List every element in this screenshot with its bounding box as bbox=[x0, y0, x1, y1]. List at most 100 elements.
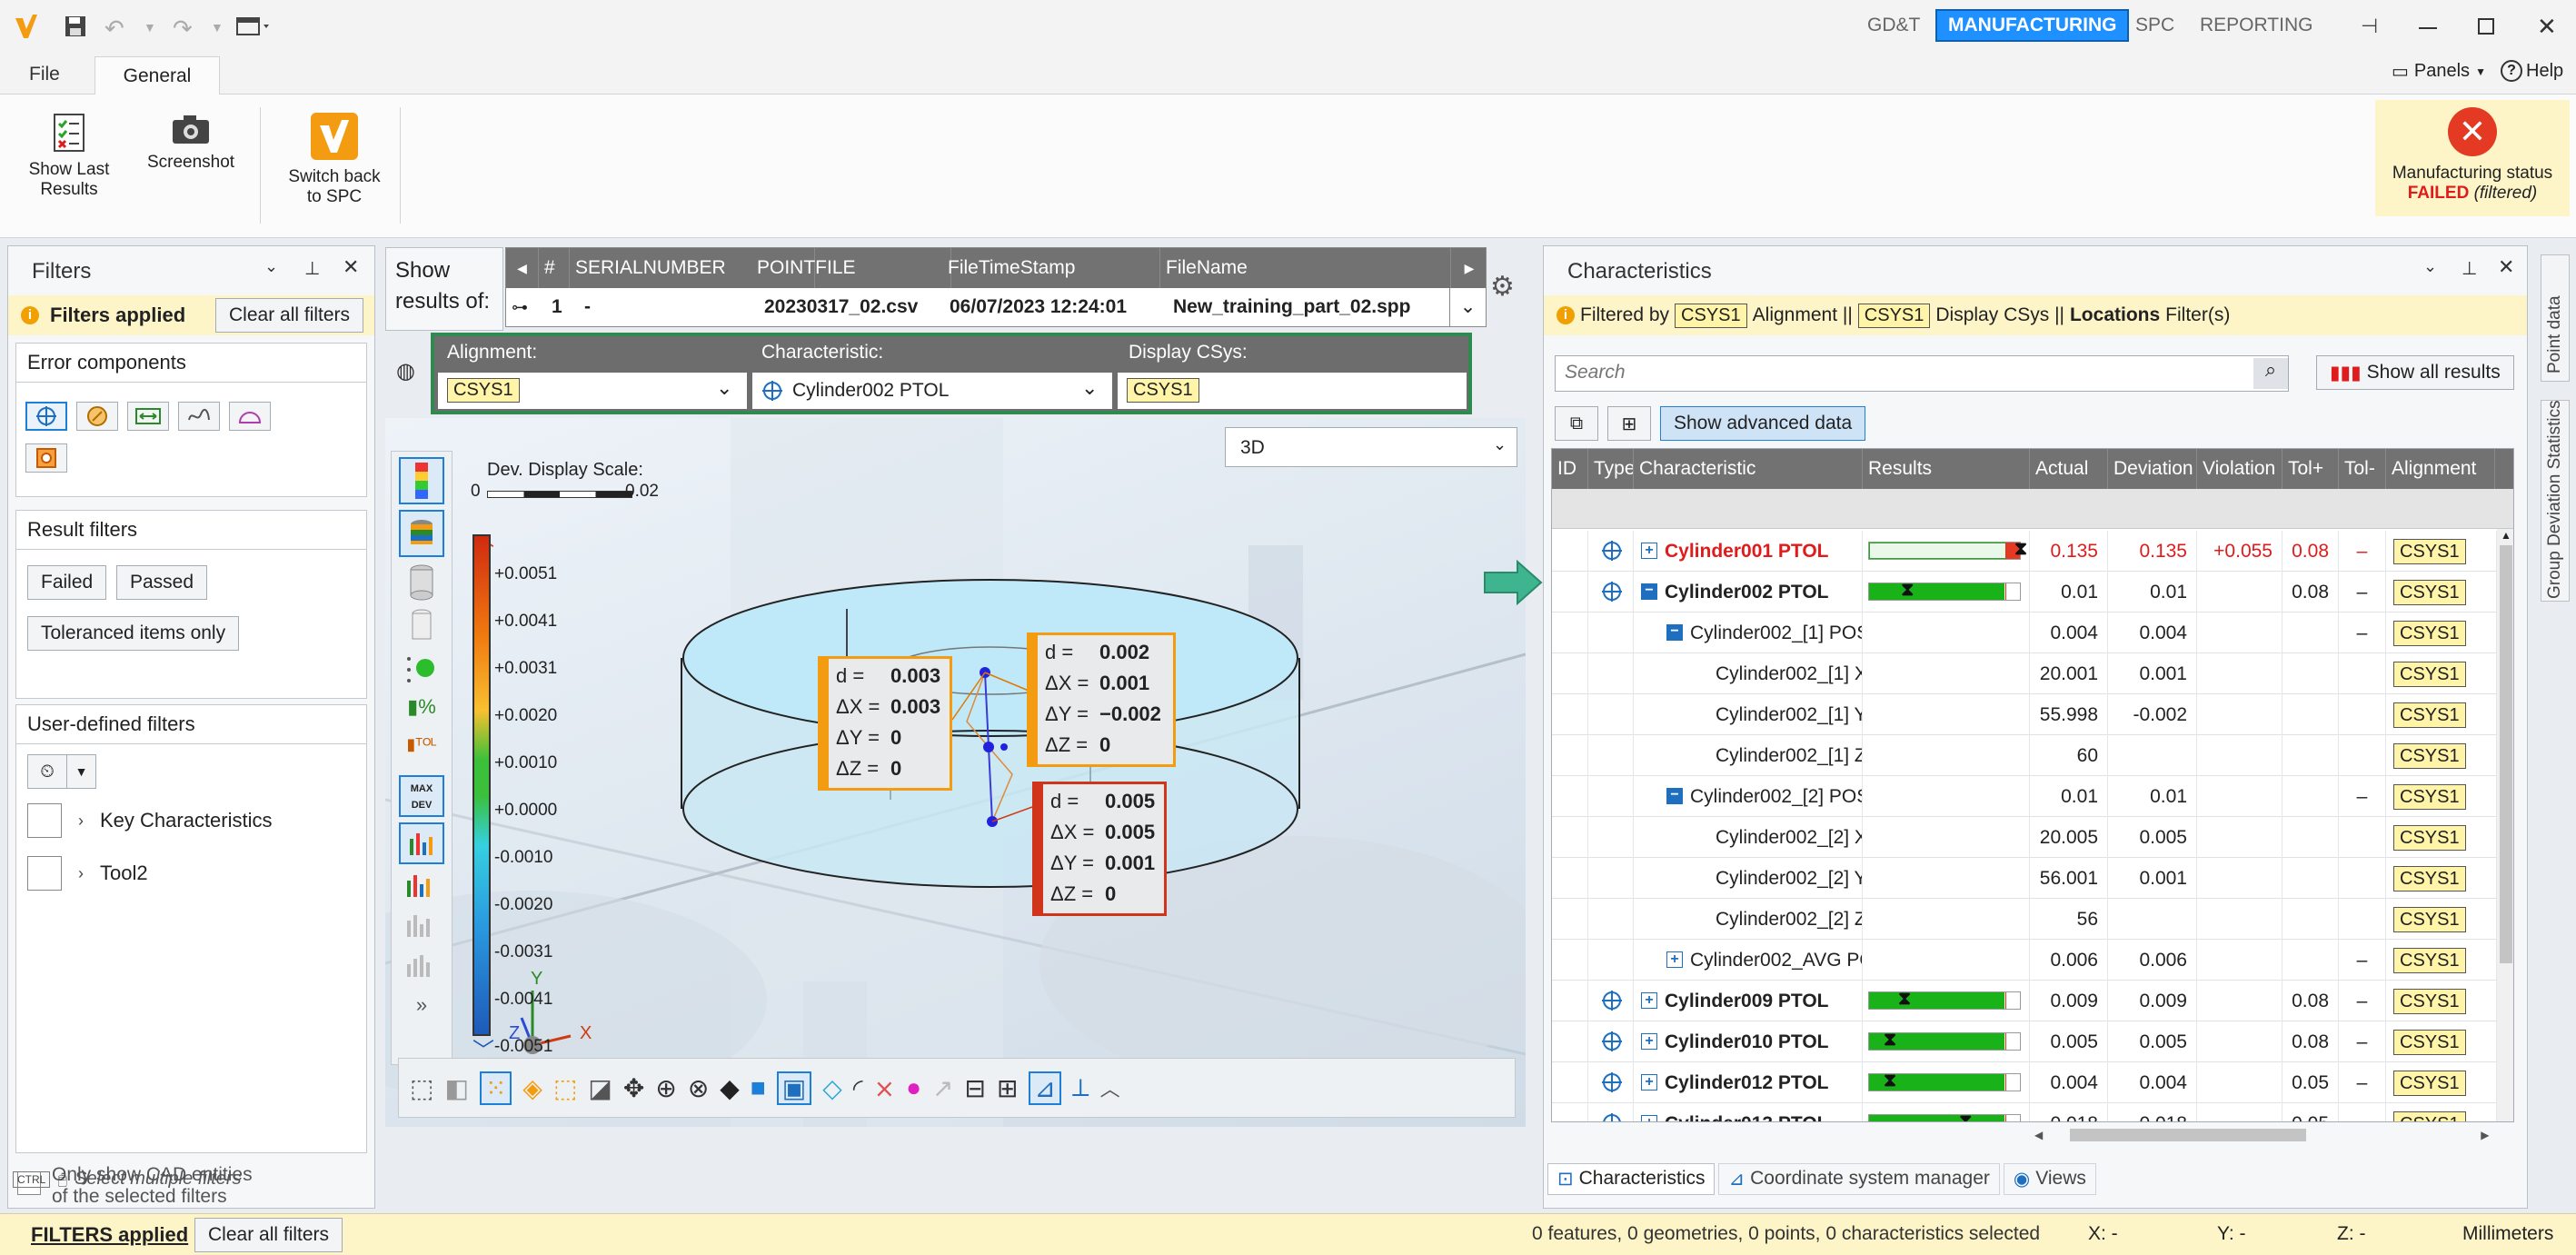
maximize-icon[interactable] bbox=[2478, 18, 2494, 35]
cylinder-icon[interactable] bbox=[408, 608, 435, 644]
col-header-type[interactable]: Type bbox=[1588, 449, 1634, 489]
table-row[interactable]: Cylinder002_[2] Y 56.001 0.001 CSYS1 bbox=[1552, 858, 2513, 899]
scroll-right-icon[interactable]: ▶ bbox=[1453, 248, 1486, 288]
user-filter-item[interactable]: › Tool2 bbox=[27, 856, 148, 891]
size-component-icon[interactable] bbox=[127, 402, 169, 431]
tab-characteristics[interactable]: ⊡ Characteristics bbox=[1547, 1162, 1716, 1195]
col-header-characteristic[interactable]: Characteristic bbox=[1634, 449, 1863, 489]
filter-mode-dropdown[interactable]: ⏲ ▼ bbox=[27, 754, 96, 789]
show-all-results-button[interactable]: ▮▮▮ Show all results bbox=[2316, 355, 2514, 390]
select-points-icon[interactable]: ⁙ bbox=[479, 1071, 512, 1105]
scroll-left-icon[interactable]: ◀ bbox=[2034, 1129, 2043, 1141]
ribbon-tab-file[interactable]: File bbox=[29, 64, 60, 85]
help-button[interactable]: ? Help bbox=[2501, 60, 2563, 82]
deviation-color-map-icon[interactable] bbox=[399, 510, 444, 557]
scroll-left-icon[interactable]: ◀ bbox=[506, 248, 539, 288]
table-row[interactable]: + Cylinder002_AVG POS 0.0060.006 –CSYS1 bbox=[1552, 940, 2513, 981]
table-row[interactable]: + Cylinder009 PTOL ⧗ 0.009 0.009 0.08– CSYS1 bbox=[1552, 981, 2513, 1021]
histogram-gray-icon[interactable] bbox=[405, 911, 438, 944]
cube-view-icon[interactable]: ■ bbox=[751, 1073, 766, 1102]
scroll-up-icon[interactable]: ▲ bbox=[2497, 529, 2513, 542]
expand-more-icon[interactable]: » bbox=[405, 993, 438, 1017]
histogram-icon[interactable] bbox=[399, 822, 444, 864]
pin-icon[interactable]: ⊥ bbox=[304, 257, 320, 280]
expand-icon[interactable]: + bbox=[1641, 543, 1657, 559]
show-last-results-button[interactable]: Show Last Results bbox=[24, 113, 114, 200]
scroll-right-icon[interactable]: ▶ bbox=[2481, 1129, 2489, 1141]
col-header-alignment[interactable]: Alignment bbox=[2386, 449, 2495, 489]
mode-tab-manufacturing[interactable]: MANUFACTURING bbox=[1935, 9, 2130, 42]
table-row[interactable]: − Cylinder002_[1] POS 0.004 0.004 – CSYS1 bbox=[1552, 613, 2513, 653]
settings-gear-icon[interactable]: ⚙ bbox=[1490, 271, 1515, 303]
col-header-num[interactable]: # bbox=[539, 248, 570, 288]
failed-filter-button[interactable]: Failed bbox=[27, 565, 107, 600]
form-component-icon[interactable] bbox=[178, 402, 220, 431]
view-mode-dropdown[interactable]: 3D ⌄ bbox=[1225, 427, 1517, 467]
checkbox[interactable] bbox=[27, 803, 62, 838]
table-row[interactable]: Cylinder002_[1] X 20.001 0.001 CSYS1 bbox=[1552, 653, 2513, 694]
toleranced-only-button[interactable]: Toleranced items only bbox=[27, 616, 240, 651]
table-row[interactable]: Cylinder002_[1] Z 60 CSYS1 bbox=[1552, 735, 2513, 776]
expand-icon[interactable]: + bbox=[1641, 992, 1657, 1009]
max-deviation-icon[interactable]: MAX DEV bbox=[399, 775, 444, 817]
select-group-icon[interactable]: ⬚ bbox=[553, 1073, 577, 1103]
col-header-id[interactable]: ID bbox=[1552, 449, 1588, 489]
table-row[interactable]: Cylinder002_[2] Z 56 CSYS1 bbox=[1552, 899, 2513, 940]
col-header-actual[interactable]: Actual bbox=[2030, 449, 2108, 489]
mode-tab-reporting[interactable]: REPORTING bbox=[2200, 15, 2312, 36]
table-row[interactable]: Cylinder002_[2] X 20.005 0.005 CSYS1 bbox=[1552, 817, 2513, 858]
percent-chart-icon[interactable]: ▮% bbox=[403, 695, 440, 728]
table-row[interactable]: + Cylinder012 PTOL ⧗ 0.004 0.004 0.05– CSYS1 bbox=[1552, 1062, 2513, 1103]
mode-tab-gdt[interactable]: GD&T bbox=[1867, 15, 1920, 36]
close-panel-icon[interactable]: ✕ bbox=[343, 255, 359, 279]
col-header-tol-minus[interactable]: Tol- bbox=[2339, 449, 2386, 489]
panels-menu[interactable]: ▭ Panels ▼ bbox=[2392, 60, 2486, 83]
close-window-icon[interactable]: ✕ bbox=[2537, 13, 2557, 41]
collapse-toolbar-icon[interactable]: ︿ bbox=[1100, 1073, 1120, 1102]
results-grid-row[interactable]: ⊶ 1 - 20230317_02.csv 06/07/2023 12:24:0… bbox=[506, 288, 1486, 326]
pin-icon[interactable]: ⊣ bbox=[2361, 15, 2378, 38]
ribbon-tab-general[interactable]: General bbox=[94, 56, 220, 95]
expand-icon[interactable]: + bbox=[1641, 1033, 1657, 1050]
expand-icon[interactable]: + bbox=[1666, 951, 1683, 968]
chevron-down-icon[interactable]: ⌄ bbox=[1449, 288, 1486, 326]
search-icon[interactable]: ⌕ bbox=[2253, 358, 2288, 389]
annotation-icon[interactable]: ⊟ bbox=[964, 1073, 985, 1103]
collapse-icon[interactable]: − bbox=[1666, 624, 1683, 641]
scroll-thumb[interactable] bbox=[2500, 545, 2512, 963]
checkbox[interactable] bbox=[27, 856, 62, 891]
minimize-icon[interactable] bbox=[2419, 27, 2437, 29]
col-header-violation[interactable]: Violation bbox=[2197, 449, 2283, 489]
screenshot-button[interactable]: Screenshot bbox=[145, 113, 236, 173]
scroll-thumb[interactable] bbox=[2070, 1129, 2307, 1141]
box-select-icon[interactable]: ⬚ bbox=[410, 1073, 433, 1103]
alignment-dropdown[interactable]: CSYS1 ⌄ bbox=[438, 373, 747, 409]
cylinder-stack-icon[interactable] bbox=[408, 564, 435, 601]
hide-icon[interactable]: ⨯ bbox=[874, 1073, 895, 1103]
collapse-icon[interactable]: − bbox=[1666, 788, 1683, 804]
col-header-tol-plus[interactable]: Tol+ bbox=[2283, 449, 2339, 489]
table-row[interactable]: + Cylinder010 PTOL ⧗ 0.005 0.005 0.08– CSYS1 bbox=[1552, 1021, 2513, 1062]
pan-icon[interactable]: ✥ bbox=[623, 1073, 644, 1103]
side-tab-point-data[interactable]: Point data bbox=[2541, 254, 2570, 382]
tab-coordinate-system-manager[interactable]: ⊿ Coordinate system manager bbox=[1718, 1162, 2000, 1195]
chevron-down-icon[interactable]: ⌄ bbox=[264, 257, 278, 276]
runout-component-icon[interactable] bbox=[25, 443, 67, 473]
select-solid-icon[interactable]: ◧ bbox=[444, 1073, 468, 1103]
histogram-gray-icon[interactable] bbox=[405, 951, 438, 984]
position-component-icon[interactable] bbox=[25, 402, 67, 431]
clip-icon[interactable]: ◆ bbox=[720, 1073, 740, 1103]
table-row[interactable]: − Cylinder002 PTOL ⧗ 0.01 0.01 0.08– CSYS1 bbox=[1552, 572, 2513, 613]
deviation-callout[interactable]: d = 0.003 ΔX = 0.003 ΔY = 0 ΔZ = 0 bbox=[818, 656, 952, 791]
pin-icon[interactable]: ⊥ bbox=[2462, 257, 2477, 280]
table-row[interactable]: Cylinder002_[1] Y 55.998 -0.002 CSYS1 bbox=[1552, 694, 2513, 735]
table-row[interactable]: + Cylinder013 PTOL ⧗ 0.0180.018 0.05–CSYS1 bbox=[1552, 1103, 2513, 1121]
filters-applied-link[interactable]: FILTERS applied bbox=[31, 1223, 188, 1247]
histogram-colored-icon[interactable] bbox=[405, 872, 438, 904]
user-filter-item[interactable]: › Key Characteristics bbox=[27, 803, 273, 838]
clear-all-filters-button[interactable]: Clear all filters bbox=[215, 298, 364, 333]
profile-component-icon[interactable] bbox=[229, 402, 271, 431]
search-input[interactable] bbox=[1556, 356, 2228, 389]
table-row[interactable]: − Cylinder002_[2] POS 0.01 0.01 – CSYS1 bbox=[1552, 776, 2513, 817]
undo-dropdown-icon[interactable]: ▼ bbox=[144, 20, 156, 35]
